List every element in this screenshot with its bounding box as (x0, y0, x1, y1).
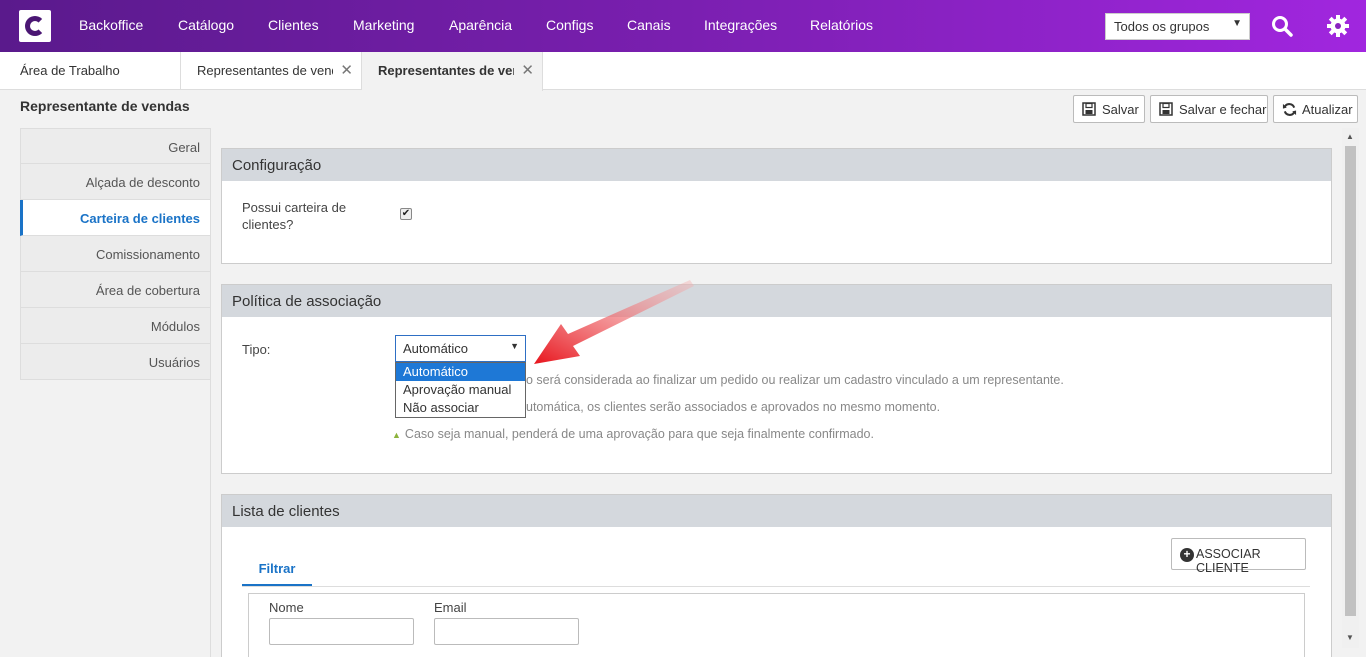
nav-integracoes[interactable]: Integrações (704, 17, 777, 33)
side-item-alcada-desconto[interactable]: Alçada de desconto (20, 164, 211, 200)
tab-bar: Área de Trabalho Representantes de venda… (0, 52, 1366, 91)
email-label: Email (434, 600, 467, 615)
option-nao-associar[interactable]: Não associar (396, 399, 525, 417)
save-and-close-label: Salvar e fechar (1179, 102, 1267, 117)
save-button[interactable]: Salvar (1073, 95, 1145, 123)
option-automatico[interactable]: Automático (396, 363, 525, 381)
plus-circle-icon: + (1180, 548, 1194, 562)
triangle-up-icon: ▲ (392, 430, 401, 440)
tab-area-de-trabalho[interactable]: Área de Trabalho (0, 52, 181, 90)
tab-representantes-1[interactable]: Representantes de vendas ✕ (181, 52, 362, 90)
hint-3: ▲ Caso seja manual, penderá de uma aprova… (392, 427, 874, 441)
type-dropdown: Automático Aprovação manual Não associar (395, 362, 526, 418)
wallet-label-line1: Possui carteira de (242, 200, 347, 215)
side-item-usuarios[interactable]: Usuários (20, 344, 211, 380)
tab-label: Área de Trabalho (20, 63, 120, 78)
email-input[interactable] (434, 618, 579, 645)
gear-icon[interactable] (1326, 14, 1350, 38)
side-item-geral[interactable]: Geral (20, 128, 211, 164)
page-title: Representante de vendas (20, 98, 190, 114)
floppy-icon (1159, 102, 1173, 116)
scroll-thumb[interactable] (1345, 146, 1356, 616)
tab-label: Representantes de vendas (197, 63, 333, 78)
tab-label: Representantes de vendas (378, 63, 514, 78)
clients-panel-title: Lista de clientes (222, 495, 1331, 527)
caret-down-icon: ▼ (1232, 18, 1242, 29)
nav-configs[interactable]: Configs (546, 17, 593, 33)
config-panel: Configuração (221, 148, 1332, 264)
nav-clientes[interactable]: Clientes (268, 17, 319, 33)
side-menu: Geral Alçada de desconto Carteira de cli… (20, 128, 211, 380)
associate-client-button[interactable]: + ASSOCIAR CLIENTE (1171, 538, 1306, 575)
nav-relatorios[interactable]: Relatórios (810, 17, 873, 33)
hint-3-text: Caso seja manual, penderá de uma aprovaç… (404, 427, 874, 441)
close-icon[interactable]: ✕ (521, 61, 534, 79)
floppy-icon (1082, 102, 1096, 116)
side-item-modulos[interactable]: Módulos (20, 308, 211, 344)
hint-1: o será considerada ao finalizar um pedid… (526, 373, 1064, 387)
scroll-down-icon[interactable]: ▼ (1346, 633, 1354, 642)
type-select[interactable]: Automático ▼ (395, 335, 526, 362)
nav-marketing[interactable]: Marketing (353, 17, 414, 33)
app-logo[interactable] (19, 10, 51, 42)
group-select[interactable]: Todos os grupos ▼ (1105, 13, 1250, 40)
option-aprovacao-manual[interactable]: Aprovação manual (396, 381, 525, 399)
close-icon[interactable]: ✕ (340, 61, 353, 79)
nav-backoffice[interactable]: Backoffice (79, 17, 143, 33)
side-item-carteira-clientes[interactable]: Carteira de clientes (20, 200, 211, 236)
refresh-icon (1282, 103, 1297, 116)
red-arrow-annotation (534, 280, 694, 364)
top-navigation-bar: Backoffice Catálogo Clientes Marketing A… (0, 0, 1366, 52)
hint-2: utomática, os clientes serão associados … (526, 400, 941, 414)
config-panel-title: Configuração (222, 149, 1331, 181)
divider (210, 128, 211, 657)
name-label: Nome (269, 600, 304, 615)
tab-representantes-2[interactable]: Representantes de vendas ✕ (362, 52, 543, 91)
type-select-value: Automático (403, 341, 469, 356)
scroll-up-icon[interactable]: ▲ (1346, 132, 1354, 141)
save-and-close-button[interactable]: Salvar e fechar (1150, 95, 1268, 123)
policy-panel-title: Política de associação (222, 285, 1331, 317)
name-input[interactable] (269, 618, 414, 645)
nav-catalogo[interactable]: Catálogo (178, 17, 234, 33)
side-item-area-cobertura[interactable]: Área de cobertura (20, 272, 211, 308)
wallet-checkbox[interactable]: ✔ (400, 208, 412, 220)
type-label: Tipo: (242, 342, 271, 357)
scrollbar[interactable]: ▲ ▼ (1342, 128, 1359, 648)
caret-down-icon: ▼ (510, 341, 519, 351)
tab-filtrar[interactable]: Filtrar (242, 559, 312, 586)
wallet-label-line2: clientes? (242, 217, 294, 232)
divider (242, 586, 1310, 587)
refresh-button[interactable]: Atualizar (1273, 95, 1358, 123)
nav-aparencia[interactable]: Aparência (449, 17, 512, 33)
group-select-value: Todos os grupos (1114, 19, 1210, 34)
nav-canais[interactable]: Canais (627, 17, 671, 33)
wallet-label: Possui carteira de clientes? (242, 199, 346, 233)
side-item-comissionamento[interactable]: Comissionamento (20, 236, 211, 272)
search-icon[interactable] (1270, 14, 1294, 38)
